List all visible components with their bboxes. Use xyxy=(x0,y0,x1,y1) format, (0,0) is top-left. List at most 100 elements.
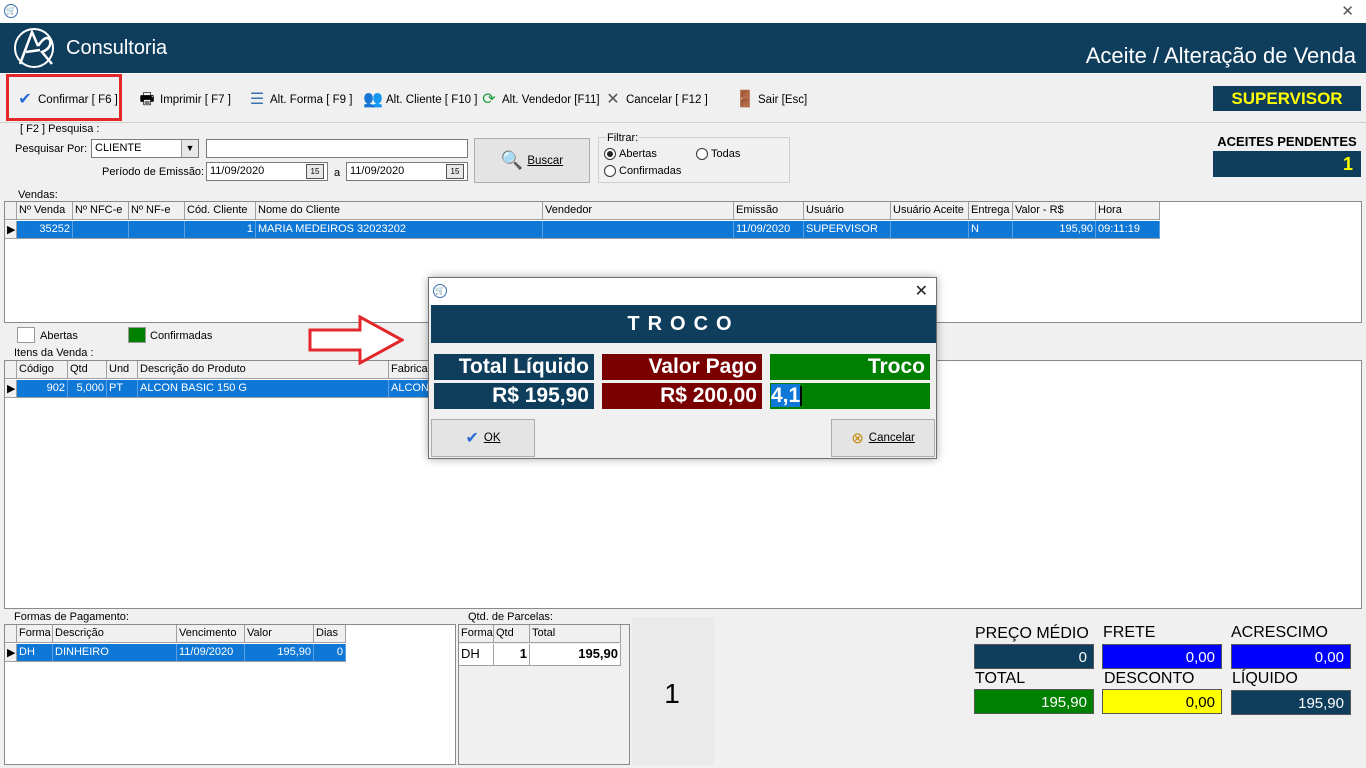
cell: 11/09/2020 xyxy=(177,644,245,662)
column-header[interactable]: Nº NF-e xyxy=(129,202,185,220)
change-input-selected-text: 4,1 xyxy=(771,384,801,407)
cell xyxy=(891,221,969,239)
table-row[interactable]: DH 1 195,90 xyxy=(459,644,621,666)
cell: 35252 xyxy=(17,221,73,239)
row-pointer-icon: ▶ xyxy=(5,380,17,398)
calendar-icon[interactable]: 15 xyxy=(446,164,464,179)
column-header[interactable]: Hora xyxy=(1096,202,1160,220)
table-row[interactable]: ▶ DH DINHEIRO 11/09/2020 195,90 0 xyxy=(5,644,346,662)
calendar-icon[interactable]: 15 xyxy=(306,164,324,179)
filter-all-radio[interactable] xyxy=(696,148,708,160)
search-input[interactable] xyxy=(206,139,468,158)
column-header[interactable]: Nome do Cliente xyxy=(256,202,543,220)
cell: PT xyxy=(107,380,138,398)
confirm-highlight-box xyxy=(6,74,122,121)
table-row[interactable]: ▶ 902 5,000 PT ALCON BASIC 150 G ALCON xyxy=(5,380,449,398)
column-header[interactable]: Nº NFC-e xyxy=(73,202,129,220)
search-by-select[interactable]: CLIENTE ▼ xyxy=(91,139,199,158)
paid-value-label: Valor Pago xyxy=(602,354,762,380)
text-cursor xyxy=(800,386,803,407)
filter-label: Filtrar: xyxy=(606,132,640,144)
column-header[interactable]: Und xyxy=(107,361,138,379)
column-header[interactable]: Entrega xyxy=(969,202,1013,220)
dialog-close-icon[interactable]: ✕ xyxy=(915,281,928,301)
cell xyxy=(73,221,129,239)
column-header[interactable]: Descrição xyxy=(53,625,177,643)
chevron-down-icon[interactable]: ▼ xyxy=(181,140,198,157)
cell: N xyxy=(969,221,1013,239)
column-header[interactable]: Cód. Cliente xyxy=(185,202,256,220)
date-from-value: 11/09/2020 xyxy=(210,165,265,177)
date-to-value: 11/09/2020 xyxy=(350,165,405,177)
column-header[interactable]: Valor - R$ xyxy=(1013,202,1096,220)
column-header[interactable]: Forma xyxy=(17,625,53,643)
change-label: Troco xyxy=(770,354,930,380)
column-header[interactable]: Valor xyxy=(245,625,314,643)
app-cart-icon: 🛒 xyxy=(4,4,18,18)
alt-vendedor-button[interactable]: ⟳ Alt. Vendedor [F11] xyxy=(478,91,599,109)
total-value: 195,90 xyxy=(974,689,1094,714)
avg-price-value: 0 xyxy=(974,644,1094,669)
freight-label: FRETE xyxy=(1103,624,1156,641)
column-header[interactable]: Usuário Aceite xyxy=(891,202,969,220)
column-header[interactable]: Código xyxy=(17,361,68,379)
filter-open-label: Abertas xyxy=(619,148,657,160)
cell: 11/09/2020 xyxy=(734,221,804,239)
legend-open-label: Abertas xyxy=(40,330,78,342)
red-arrow-icon xyxy=(308,315,404,365)
search-group-label: [ F2 ] Pesquisa : xyxy=(20,123,100,135)
column-header[interactable]: Vencimento xyxy=(177,625,245,643)
items-label: Itens da Venda : xyxy=(14,347,94,359)
payments-table[interactable]: Forma Descrição Vencimento Valor Dias ▶ … xyxy=(4,624,456,765)
date-to-label: a xyxy=(334,167,341,179)
legend-confirmed-swatch xyxy=(128,327,146,343)
alt-cliente-label: Alt. Cliente [ F10 ] xyxy=(386,94,478,106)
filter-confirmed-radio[interactable] xyxy=(604,165,616,177)
sales-label: Vendas: xyxy=(18,189,58,201)
cancel-label: Cancelar xyxy=(868,432,915,444)
exit-button[interactable]: 🚪 Sair [Esc] xyxy=(734,91,807,109)
cell: 195,90 xyxy=(1013,221,1096,239)
alt-forma-button[interactable]: ☰ Alt. Forma [ F9 ] xyxy=(246,91,353,109)
check-icon: ✔ xyxy=(465,430,479,447)
search-by-value: CLIENTE xyxy=(95,142,142,154)
cell xyxy=(543,221,734,239)
cell xyxy=(129,221,185,239)
discount-label: DESCONTO xyxy=(1104,670,1195,687)
column-header[interactable]: Nº Venda xyxy=(17,202,73,220)
net-total-value: R$ 195,90 xyxy=(434,383,594,409)
ok-button[interactable]: ✔ OK xyxy=(431,419,535,457)
cell: SUPERVISOR xyxy=(804,221,891,239)
ok-label: OK xyxy=(483,432,501,444)
table-row[interactable]: ▶ 35252 1 MARIA MEDEIROS 32023202 11/09/… xyxy=(5,221,1160,239)
door-exit-icon: 🚪 xyxy=(735,91,755,108)
column-header[interactable]: Dias xyxy=(314,625,346,643)
print-button[interactable]: 🖶 Imprimir [ F7 ] xyxy=(136,91,230,109)
column-header[interactable]: Vendedor xyxy=(543,202,734,220)
change-input[interactable]: 4,1 xyxy=(770,383,930,409)
cart-icon: 🛒 xyxy=(433,284,447,298)
discount-value: 0,00 xyxy=(1102,689,1222,714)
window-close-icon[interactable]: ✕ xyxy=(1341,2,1354,20)
addition-value: 0,00 xyxy=(1231,644,1351,669)
avg-price-label: PREÇO MÉDIO xyxy=(975,625,1089,642)
sales-table-header: Nº Venda Nº NFC-e Nº NF-e Cód. Cliente N… xyxy=(5,202,1160,220)
addition-label: ACRESCIMO xyxy=(1231,624,1328,641)
dialog-title-bar: 🛒 ✕ xyxy=(429,278,936,305)
alt-cliente-button[interactable]: 👥 Alt. Cliente [ F10 ] xyxy=(362,91,477,109)
installments-table[interactable]: Forma Qtd Total DH 1 195,90 xyxy=(458,624,630,765)
column-header[interactable]: Emissão xyxy=(734,202,804,220)
row-indicator-header xyxy=(5,625,17,643)
column-header[interactable]: Qtd xyxy=(68,361,107,379)
cell: 09:11:19 xyxy=(1096,221,1160,239)
cancel-button[interactable]: ⊗ Cancelar xyxy=(831,419,935,457)
column-header[interactable]: Usuário xyxy=(804,202,891,220)
search-button[interactable]: 🔍 Buscar xyxy=(474,138,590,183)
cancel-sale-button[interactable]: ✕ Cancelar [ F12 ] xyxy=(602,91,708,109)
row-pointer-icon: ▶ xyxy=(5,644,17,662)
pending-count: 1 xyxy=(1213,151,1361,177)
filter-open-radio[interactable] xyxy=(604,148,616,160)
cell: 195,90 xyxy=(530,644,621,666)
installments-label: Qtd. de Parcelas: xyxy=(468,611,553,623)
search-button-label: Buscar xyxy=(527,154,564,167)
